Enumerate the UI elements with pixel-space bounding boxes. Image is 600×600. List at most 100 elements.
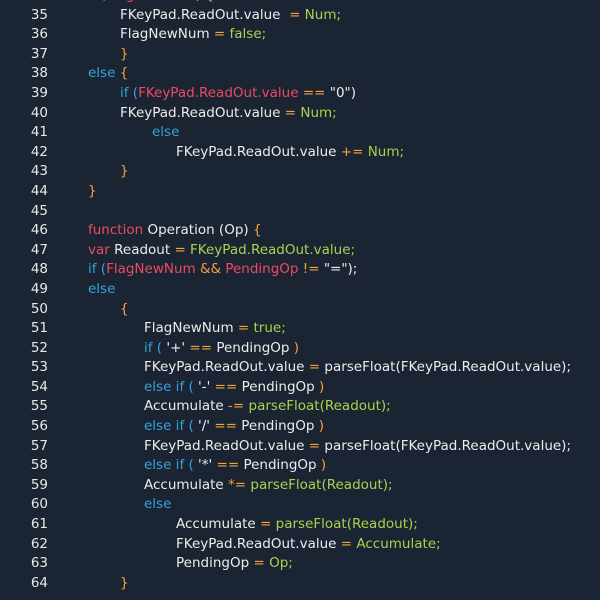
code-token: '-' [198, 378, 215, 395]
code-token: FKeyPad.ReadOut.value [144, 437, 309, 454]
code-token: if ( [120, 84, 139, 101]
line-number: 43 [30, 163, 48, 180]
line-code: PendingOp = Op; [176, 554, 293, 574]
code-token: ) [293, 339, 300, 356]
code-line: 49 else [0, 280, 600, 300]
code-line: 47 var Readout = FKeyPad.ReadOut.value; [0, 241, 600, 261]
code-token: = [253, 555, 270, 572]
code-line: 38 else { [0, 64, 600, 84]
code-token: } [120, 45, 129, 62]
line-number: 45 [30, 202, 48, 219]
line-code: else { [88, 64, 128, 84]
code-token: else if ( [144, 457, 199, 474]
code-token: false; [229, 26, 267, 43]
code-line: 51 FlagNewNum = true; [0, 319, 600, 339]
code-token: parseFloat(FKeyPad.ReadOut.value); [324, 359, 572, 376]
code-token: PendingOp [225, 261, 303, 278]
code-token: else [152, 124, 180, 141]
code-token: else if ( [144, 418, 199, 435]
code-token: ) [319, 378, 325, 395]
code-line: 63 PendingOp = Op; [0, 554, 600, 574]
line-number: 42 [30, 143, 48, 160]
line-code: if (FKeyPad.ReadOut.value == "0") [120, 84, 356, 104]
line-number: 54 [30, 378, 48, 395]
code-line: 45 [0, 202, 600, 222]
line-number: 48 [30, 261, 48, 278]
line-code: var Readout = FKeyPad.ReadOut.value; [88, 241, 355, 261]
code-line: 37} [0, 45, 600, 65]
code-token: = [174, 241, 191, 258]
code-token: ) [318, 418, 324, 435]
line-number: 51 [30, 320, 48, 337]
line-code: else if ( '*' == PendingOp ) [144, 456, 326, 476]
line-number: 63 [30, 555, 48, 572]
line-code: { [120, 300, 129, 320]
code-line: 54 else if ( '-' == PendingOp ) [0, 378, 600, 398]
code-token: Op; [269, 555, 293, 572]
code-token: == [216, 457, 244, 474]
line-code: else if ( '/' == PendingOp ) [144, 417, 324, 437]
code-line: 61 Accumulate = parseFloat(Readout); [0, 515, 600, 535]
code-token: } [88, 182, 97, 199]
code-token: function [88, 222, 148, 239]
code-token: FlagNewNum [106, 261, 200, 278]
code-token: FKeyPad.ReadOut.value; [190, 241, 356, 258]
code-token: FlagNewNum [120, 26, 214, 43]
code-token: == [214, 378, 242, 395]
code-token: PendingOp [243, 457, 321, 474]
code-token: } [120, 574, 129, 591]
code-token: '+' [166, 339, 190, 356]
code-line: 39 if (FKeyPad.ReadOut.value == "0") [0, 84, 600, 104]
line-number: 61 [30, 516, 48, 533]
code-token: Accumulate; [356, 535, 441, 552]
code-token: else if ( [144, 378, 199, 395]
line-number: 46 [30, 222, 48, 239]
code-line: 53 FKeyPad.ReadOut.value = parseFloat(FKe… [0, 358, 600, 378]
code-line: 62 FKeyPad.ReadOut.value = Accumulate; [0, 535, 600, 555]
code-token: '*' [198, 457, 217, 474]
line-code: } [88, 182, 97, 202]
code-token: == [214, 418, 242, 435]
code-token: Num; [304, 6, 342, 23]
code-token: *= [228, 476, 251, 493]
code-line: 46 function Operation (Op) { [0, 221, 600, 241]
line-code: FKeyPad.ReadOut.value = parseFloat(FKeyP… [144, 437, 571, 457]
code-token: Accumulate [144, 398, 229, 415]
code-token: Readout [114, 241, 175, 258]
line-code: FKeyPad.ReadOut.value = Num; [120, 104, 337, 124]
line-code: } [120, 574, 129, 594]
line-number: 53 [30, 359, 48, 376]
line-code: function Operation (Op) { [88, 221, 262, 241]
code-token: PendingOp [241, 378, 320, 395]
code-token: else [88, 280, 116, 297]
code-line: 58 else if ( '*' == PendingOp ) [0, 456, 600, 476]
code-token: Num; [300, 104, 337, 121]
line-code: FKeyPad.ReadOut.value = parseFloat(FKeyP… [144, 358, 571, 378]
line-code: } [120, 162, 129, 182]
code-token: == [302, 84, 330, 101]
code-token: parseFloat(Readout); [275, 516, 418, 533]
code-line: 43} [0, 162, 600, 182]
line-number: 60 [30, 496, 48, 513]
code-line: 57 FKeyPad.ReadOut.value = parseFloat(FKe… [0, 437, 600, 457]
code-line: 42 FKeyPad.ReadOut.value += Num; [0, 143, 600, 163]
code-token: { [119, 65, 129, 82]
code-token: PendingOp [241, 418, 319, 435]
code-line: 60 else [0, 495, 600, 515]
code-editor: 34if (FlagNewNum) {35FKeyPad.ReadOut.val… [0, 0, 600, 600]
line-number: 55 [30, 398, 48, 415]
code-token: ) { [196, 0, 214, 3]
code-token: && [199, 261, 226, 278]
code-token: else [144, 496, 172, 513]
line-code: Accumulate -= parseFloat(Readout); [144, 397, 391, 417]
code-line: 52 if ( '+' == PendingOp ) [0, 339, 600, 359]
line-code: FKeyPad.ReadOut.value = Accumulate; [176, 535, 441, 555]
code-token: = [308, 437, 325, 454]
code-line: 35 FKeyPad.ReadOut.value = Num; [0, 6, 600, 26]
code-lines: 34if (FlagNewNum) {35FKeyPad.ReadOut.val… [0, 0, 600, 593]
code-line: 59 Accumulate *= parseFloat(Readout); [0, 476, 600, 496]
code-token: = [237, 320, 254, 337]
code-token: parseFloat(FKeyPad.ReadOut.value); [324, 437, 572, 454]
code-token: FlagNewNum [106, 0, 196, 3]
code-token: { [252, 222, 262, 239]
